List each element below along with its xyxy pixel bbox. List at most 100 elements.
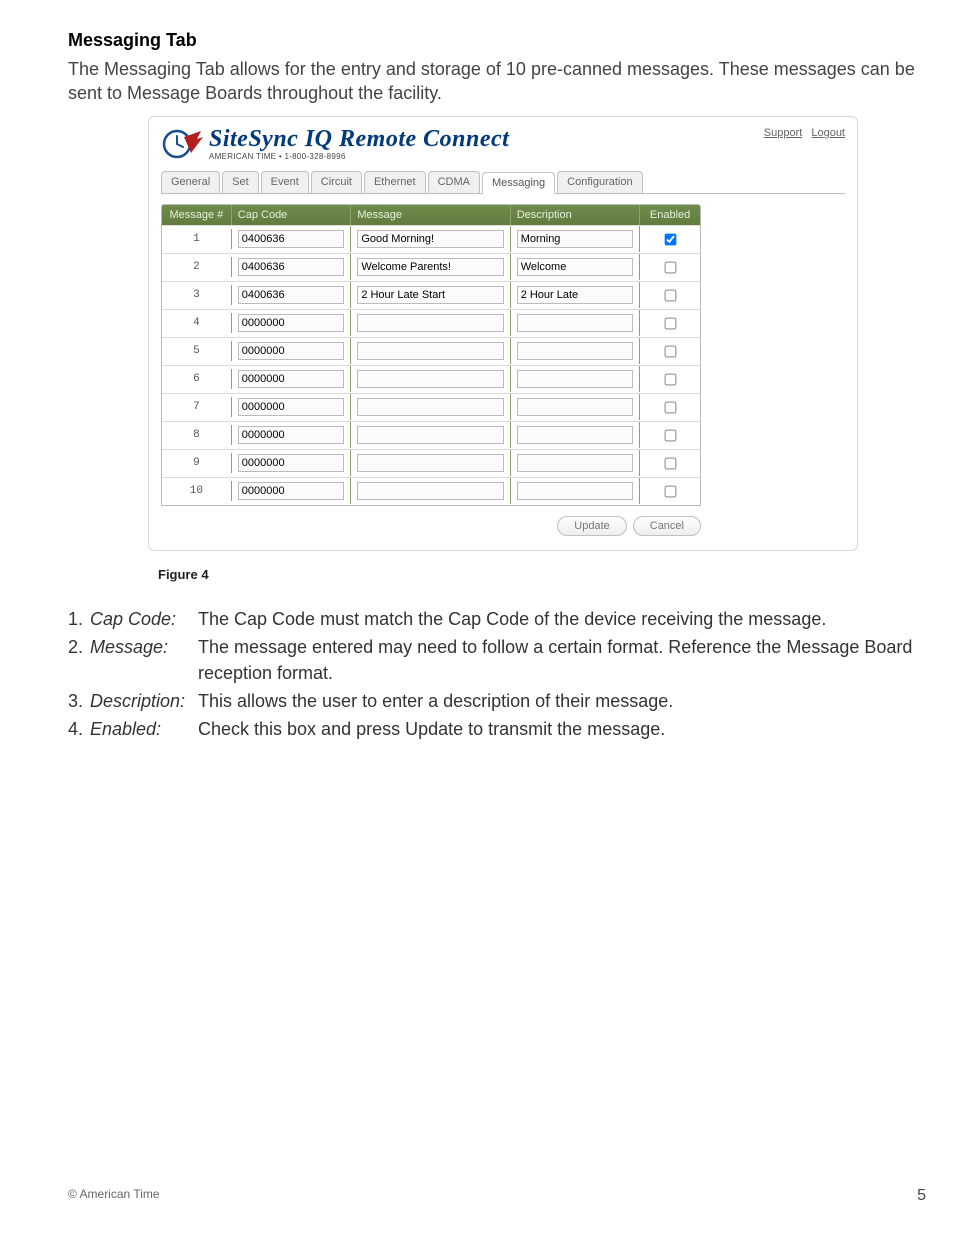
definition-number: 3. xyxy=(68,688,90,714)
tab-set[interactable]: Set xyxy=(222,171,259,193)
definition-desc: The Cap Code must match the Cap Code of … xyxy=(198,606,936,632)
definition-desc: This allows the user to enter a descript… xyxy=(198,688,936,714)
table-row: 5 xyxy=(162,337,700,365)
description-input[interactable] xyxy=(517,314,634,332)
enabled-checkbox[interactable] xyxy=(665,289,677,301)
update-button[interactable]: Update xyxy=(557,516,626,536)
header-links: Support Logout xyxy=(758,127,845,139)
row-number: 4 xyxy=(162,313,232,333)
row-number: 9 xyxy=(162,453,232,473)
header-description: Description xyxy=(511,205,641,225)
definition-row: 2.Message:The message entered may need t… xyxy=(68,634,936,686)
description-input[interactable] xyxy=(517,230,634,248)
section-intro: The Messaging Tab allows for the entry a… xyxy=(68,57,936,106)
table-header-row: Message # Cap Code Message Description E… xyxy=(162,205,700,225)
definition-row: 4.Enabled:Check this box and press Updat… xyxy=(68,716,936,742)
footer-copyright: © American Time xyxy=(68,1187,160,1205)
row-number: 3 xyxy=(162,285,232,305)
enabled-checkbox[interactable] xyxy=(665,261,677,273)
app-logo: SiteSync IQ Remote Connect AMERICAN TIME… xyxy=(161,127,509,161)
cap-code-input[interactable] xyxy=(238,398,345,416)
enabled-checkbox[interactable] xyxy=(665,317,677,329)
messaging-table: Message # Cap Code Message Description E… xyxy=(161,204,701,506)
message-input[interactable] xyxy=(357,454,503,472)
cap-code-input[interactable] xyxy=(238,314,345,332)
enabled-checkbox[interactable] xyxy=(665,233,677,245)
tab-messaging[interactable]: Messaging xyxy=(482,172,555,194)
enabled-checkbox[interactable] xyxy=(665,373,677,385)
message-input[interactable] xyxy=(357,286,503,304)
cap-code-input[interactable] xyxy=(238,482,345,500)
message-input[interactable] xyxy=(357,482,503,500)
row-number: 5 xyxy=(162,341,232,361)
tab-event[interactable]: Event xyxy=(261,171,309,193)
definition-term: Enabled: xyxy=(90,716,198,742)
cap-code-input[interactable] xyxy=(238,454,345,472)
enabled-checkbox[interactable] xyxy=(665,485,677,497)
row-number: 1 xyxy=(162,229,232,249)
definition-number: 4. xyxy=(68,716,90,742)
definition-term: Cap Code: xyxy=(90,606,198,632)
header-enabled: Enabled xyxy=(640,205,700,225)
message-input[interactable] xyxy=(357,370,503,388)
support-link[interactable]: Support xyxy=(764,127,803,139)
company-line: AMERICAN TIME • 1-800-328-8996 xyxy=(209,152,509,161)
definition-desc: The message entered may need to follow a… xyxy=(198,634,936,686)
enabled-checkbox[interactable] xyxy=(665,401,677,413)
message-input[interactable] xyxy=(357,342,503,360)
description-input[interactable] xyxy=(517,482,634,500)
definition-row: 1.Cap Code:The Cap Code must match the C… xyxy=(68,606,936,632)
definition-list: 1.Cap Code:The Cap Code must match the C… xyxy=(68,606,936,742)
definition-number: 2. xyxy=(68,634,90,660)
definition-term: Message: xyxy=(90,634,198,660)
cap-code-input[interactable] xyxy=(238,230,345,248)
table-row: 10 xyxy=(162,477,700,505)
message-input[interactable] xyxy=(357,314,503,332)
enabled-checkbox[interactable] xyxy=(665,457,677,469)
tab-circuit[interactable]: Circuit xyxy=(311,171,362,193)
table-row: 9 xyxy=(162,449,700,477)
logout-link[interactable]: Logout xyxy=(811,127,845,139)
tab-general[interactable]: General xyxy=(161,171,220,193)
cap-code-input[interactable] xyxy=(238,342,345,360)
app-screenshot: SiteSync IQ Remote Connect AMERICAN TIME… xyxy=(148,116,858,551)
row-number: 8 xyxy=(162,425,232,445)
cap-code-input[interactable] xyxy=(238,370,345,388)
cap-code-input[interactable] xyxy=(238,258,345,276)
message-input[interactable] xyxy=(357,398,503,416)
enabled-checkbox[interactable] xyxy=(665,429,677,441)
table-row: 7 xyxy=(162,393,700,421)
product-name: SiteSync IQ Remote Connect xyxy=(209,127,509,151)
table-row: 3 xyxy=(162,281,700,309)
tab-configuration[interactable]: Configuration xyxy=(557,171,642,193)
description-input[interactable] xyxy=(517,426,634,444)
header-message-num: Message # xyxy=(162,205,232,225)
cap-code-input[interactable] xyxy=(238,426,345,444)
table-row: 2 xyxy=(162,253,700,281)
row-number: 10 xyxy=(162,481,232,501)
description-input[interactable] xyxy=(517,398,634,416)
tab-cdma[interactable]: CDMA xyxy=(428,171,480,193)
description-input[interactable] xyxy=(517,342,634,360)
definition-term: Description: xyxy=(90,688,198,714)
row-number: 7 xyxy=(162,397,232,417)
description-input[interactable] xyxy=(517,258,634,276)
row-number: 2 xyxy=(162,257,232,277)
table-row: 6 xyxy=(162,365,700,393)
message-input[interactable] xyxy=(357,258,503,276)
definition-row: 3.Description:This allows the user to en… xyxy=(68,688,936,714)
description-input[interactable] xyxy=(517,370,634,388)
message-input[interactable] xyxy=(357,426,503,444)
clock-icon xyxy=(161,127,203,161)
cancel-button[interactable]: Cancel xyxy=(633,516,701,536)
message-input[interactable] xyxy=(357,230,503,248)
table-row: 1 xyxy=(162,225,700,253)
header-cap-code: Cap Code xyxy=(232,205,352,225)
tab-ethernet[interactable]: Ethernet xyxy=(364,171,426,193)
header-message: Message xyxy=(351,205,510,225)
description-input[interactable] xyxy=(517,454,634,472)
cap-code-input[interactable] xyxy=(238,286,345,304)
enabled-checkbox[interactable] xyxy=(665,345,677,357)
description-input[interactable] xyxy=(517,286,634,304)
tab-bar: GeneralSetEventCircuitEthernetCDMAMessag… xyxy=(161,171,845,194)
